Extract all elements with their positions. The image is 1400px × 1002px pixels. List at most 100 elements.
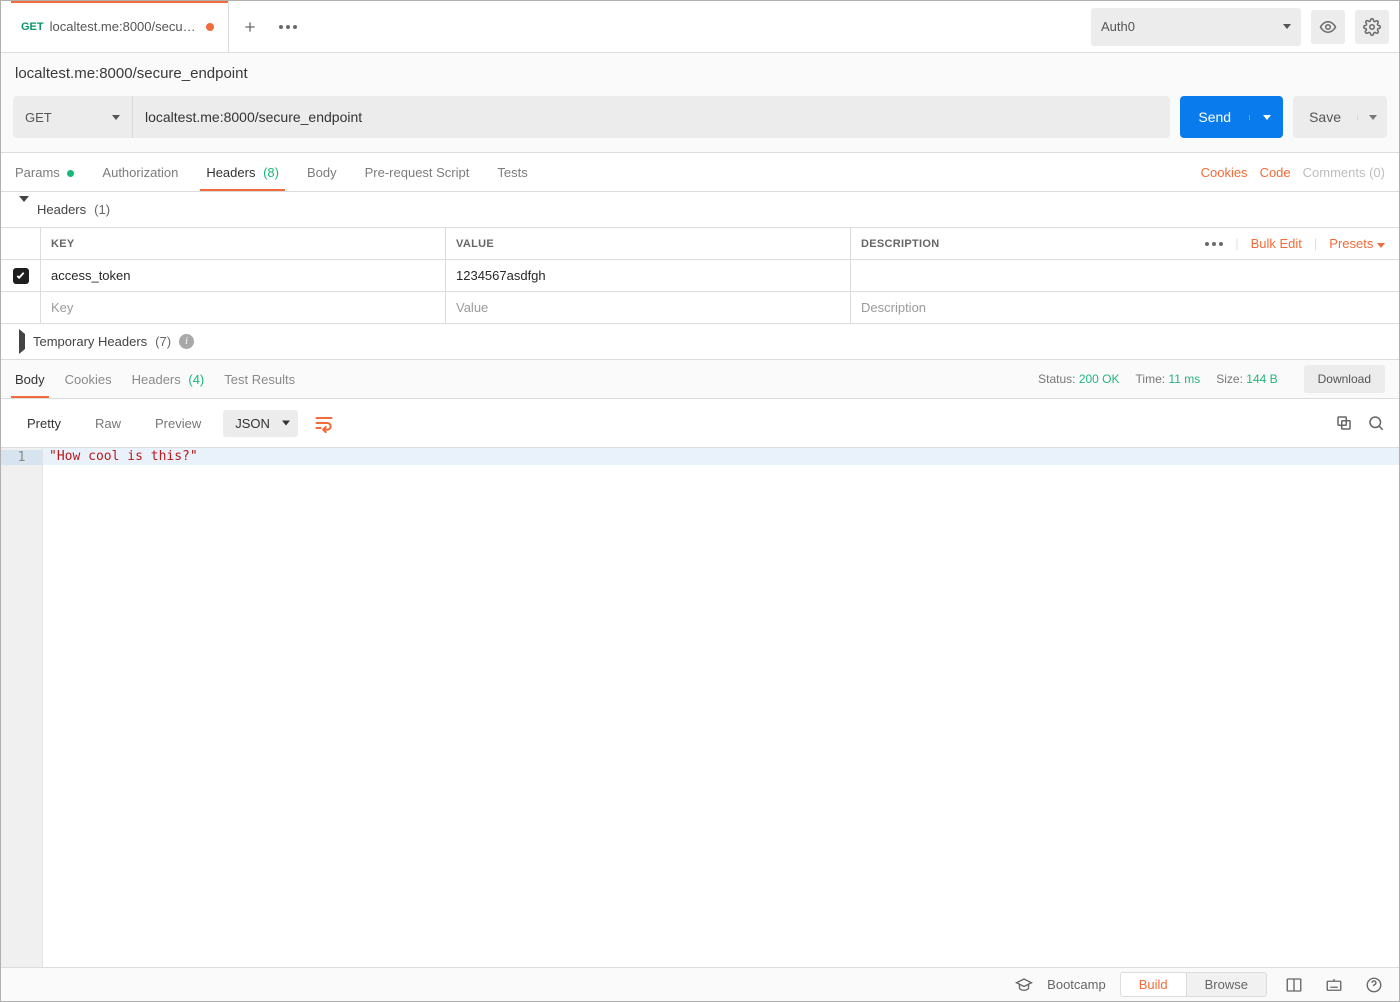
size-value: 144 B xyxy=(1246,372,1277,386)
bootcamp-link[interactable]: Bootcamp xyxy=(1047,977,1106,992)
temp-headers-count: (7) xyxy=(155,334,171,349)
http-method-select[interactable]: GET xyxy=(13,96,133,138)
info-icon[interactable]: i xyxy=(179,334,194,349)
col-value: VALUE xyxy=(446,228,851,259)
wrap-icon xyxy=(314,413,334,433)
header-row[interactable]: access_token 1234567asdfgh xyxy=(1,260,1399,292)
format-select[interactable]: JSON xyxy=(223,410,298,437)
check-icon xyxy=(15,270,26,281)
eye-icon xyxy=(1319,18,1337,36)
format-label: JSON xyxy=(235,416,270,431)
view-pretty[interactable]: Pretty xyxy=(15,410,73,437)
send-button[interactable]: Send xyxy=(1180,96,1283,138)
resp-tab-headers[interactable]: Headers (4) xyxy=(132,362,205,397)
chevron-down-icon xyxy=(1377,243,1385,248)
send-button-label: Send xyxy=(1180,109,1249,125)
dots-icon xyxy=(279,25,297,29)
download-button[interactable]: Download xyxy=(1304,365,1385,393)
new-tab-button[interactable] xyxy=(233,10,267,44)
chevron-down-icon xyxy=(1369,115,1377,120)
link-comments[interactable]: Comments (0) xyxy=(1303,165,1385,180)
response-body: 1 "How cool is this?" xyxy=(1,447,1399,967)
resp-tab-headers-label: Headers xyxy=(132,372,181,387)
presets-label: Presets xyxy=(1329,236,1373,251)
header-value-cell[interactable]: 1234567asdfgh xyxy=(446,260,851,291)
headers-section-count: (1) xyxy=(94,202,110,217)
chevron-right-icon xyxy=(19,329,25,354)
tab-authorization[interactable]: Authorization xyxy=(102,155,178,190)
tab-params[interactable]: Params xyxy=(15,155,74,190)
row-checkbox[interactable] xyxy=(13,268,29,284)
mode-segment: Build Browse xyxy=(1120,972,1267,997)
graduation-cap-icon xyxy=(1015,976,1033,994)
tab-params-label: Params xyxy=(15,165,60,180)
time-label: Time: xyxy=(1136,372,1166,386)
header-desc-placeholder[interactable]: Description xyxy=(851,292,1399,323)
tab-more-button[interactable] xyxy=(271,10,305,44)
request-tab[interactable]: GET localtest.me:8000/secure_endpo xyxy=(11,2,229,52)
keyboard-shortcuts-button[interactable] xyxy=(1321,974,1347,996)
headers-section-toggle[interactable]: Headers (1) xyxy=(1,192,1399,227)
resp-tab-body[interactable]: Body xyxy=(15,362,45,397)
col-key: KEY xyxy=(41,228,446,259)
columns-options-button[interactable] xyxy=(1205,242,1223,246)
two-pane-icon xyxy=(1284,976,1304,994)
link-code[interactable]: Code xyxy=(1260,165,1291,180)
temp-headers-label: Temporary Headers xyxy=(33,334,147,349)
chevron-down-icon xyxy=(1283,24,1291,29)
header-desc-cell[interactable] xyxy=(851,260,1399,291)
send-dropdown-button[interactable] xyxy=(1249,115,1283,120)
header-key-placeholder[interactable]: Key xyxy=(41,292,446,323)
chevron-down-icon xyxy=(1263,115,1271,120)
mode-build[interactable]: Build xyxy=(1121,973,1186,996)
request-url-input[interactable] xyxy=(133,96,1170,138)
tab-method-badge: GET xyxy=(21,21,44,33)
response-line: "How cool is this?" xyxy=(49,449,198,464)
save-button-label: Save xyxy=(1293,109,1357,125)
two-pane-button[interactable] xyxy=(1281,974,1307,996)
view-raw[interactable]: Raw xyxy=(83,410,133,437)
unsaved-dot-icon xyxy=(206,23,214,31)
environment-quicklook-button[interactable] xyxy=(1311,10,1345,44)
help-icon xyxy=(1365,976,1383,994)
header-row-new[interactable]: Key Value Description xyxy=(1,292,1399,324)
resp-tab-cookies[interactable]: Cookies xyxy=(65,362,112,397)
tab-headers[interactable]: Headers (8) xyxy=(206,155,279,190)
search-icon[interactable] xyxy=(1367,414,1385,432)
chevron-down-icon xyxy=(112,115,120,120)
view-preview[interactable]: Preview xyxy=(143,410,213,437)
resp-tab-headers-count: (4) xyxy=(188,372,204,387)
environment-select[interactable]: Auth0 xyxy=(1091,8,1301,46)
wrap-lines-button[interactable] xyxy=(308,409,340,437)
tab-headers-label: Headers xyxy=(206,165,255,180)
status-label: Status: xyxy=(1038,372,1075,386)
tab-body[interactable]: Body xyxy=(307,155,337,190)
line-number: 1 xyxy=(1,450,42,465)
tab-headers-count: (8) xyxy=(263,165,279,180)
tab-prerequest[interactable]: Pre-request Script xyxy=(365,155,470,190)
http-method-label: GET xyxy=(25,110,52,125)
size-label: Size: xyxy=(1216,372,1243,386)
save-button[interactable]: Save xyxy=(1293,96,1387,138)
settings-button[interactable] xyxy=(1355,10,1389,44)
header-value-placeholder[interactable]: Value xyxy=(446,292,851,323)
tab-tests[interactable]: Tests xyxy=(497,155,527,190)
help-button[interactable] xyxy=(1361,974,1387,996)
presets-link[interactable]: Presets xyxy=(1329,236,1385,251)
save-dropdown-button[interactable] xyxy=(1357,115,1387,120)
copy-icon[interactable] xyxy=(1335,414,1353,432)
params-active-dot-icon xyxy=(67,170,74,177)
request-name-title[interactable]: localtest.me:8000/secure_endpoint xyxy=(1,53,1399,92)
time-value: 11 ms xyxy=(1168,372,1200,386)
gear-icon xyxy=(1363,18,1381,36)
mode-browse[interactable]: Browse xyxy=(1186,973,1266,996)
temp-headers-section-toggle[interactable]: Temporary Headers (7) i xyxy=(1,324,1399,359)
link-cookies[interactable]: Cookies xyxy=(1201,165,1248,180)
tab-title: localtest.me:8000/secure_endpo xyxy=(50,19,200,34)
bulk-edit-link[interactable]: Bulk Edit xyxy=(1251,236,1302,251)
headers-section-label: Headers xyxy=(37,202,86,217)
chevron-down-icon xyxy=(282,421,290,426)
chevron-down-icon xyxy=(19,196,29,217)
resp-tab-tests[interactable]: Test Results xyxy=(224,362,295,397)
header-key-cell[interactable]: access_token xyxy=(41,260,446,291)
